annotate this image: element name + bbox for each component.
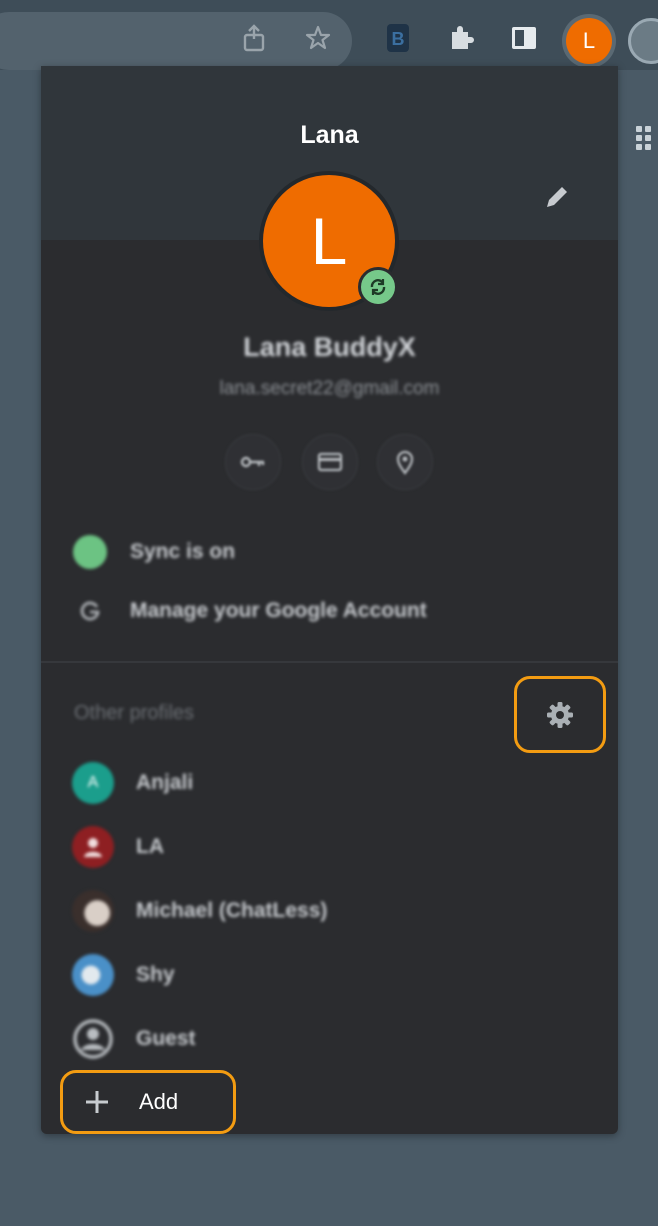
profile-item-michael[interactable]: Michael (ChatLess) [72, 889, 327, 933]
plus-icon [83, 1088, 111, 1116]
manage-profiles-button[interactable] [514, 676, 606, 753]
extension-b-icon[interactable]: B [380, 20, 416, 56]
profile-item-la[interactable]: LA [72, 825, 164, 869]
share-icon[interactable] [236, 20, 272, 56]
profile-name: LA [136, 835, 164, 858]
sync-status-label: Sync is on [130, 540, 236, 563]
profile-name: Anjali [136, 771, 194, 794]
guest-icon [72, 1018, 114, 1060]
profile-name: Michael (ChatLess) [136, 899, 328, 922]
profile-avatar-initial: L [582, 28, 596, 53]
profile-avatar [72, 826, 114, 868]
puzzle-extensions-icon[interactable] [443, 20, 479, 56]
addresses-button[interactable] [377, 434, 433, 490]
profile-header-name: Lana [300, 121, 359, 149]
payment-card-icon [317, 452, 343, 472]
google-g-icon [73, 594, 107, 628]
address-pin-icon [396, 450, 414, 475]
account-email: lana.secret22@gmail.com [219, 378, 440, 399]
profile-item-anjali[interactable]: A Anjali [72, 761, 193, 805]
profile-avatar [72, 954, 114, 996]
edit-profile-button[interactable] [538, 178, 576, 216]
add-profile-button[interactable]: Add [60, 1070, 236, 1134]
payment-methods-button[interactable] [302, 434, 358, 490]
section-divider [41, 661, 618, 663]
other-profiles-heading: Other profiles [74, 702, 195, 724]
side-panel-icon[interactable] [506, 20, 542, 56]
sync-status-icon [73, 535, 107, 569]
profile-name: Guest [136, 1027, 196, 1050]
svg-text:B: B [392, 29, 405, 49]
apps-grid-icon[interactable] [636, 126, 658, 156]
sync-badge-icon [358, 267, 398, 307]
profile-avatar-button[interactable]: L [566, 18, 612, 64]
sync-status-row[interactable]: Sync is on [73, 535, 235, 569]
manage-account-row[interactable]: Manage your Google Account [73, 594, 427, 628]
profile-item-shy[interactable]: Shy [72, 953, 175, 997]
pencil-icon [547, 187, 567, 207]
profile-avatar-large-initial: L [310, 204, 348, 278]
manage-account-label: Manage your Google Account [130, 599, 427, 622]
profile-avatar [72, 890, 114, 932]
bookmark-star-icon[interactable] [300, 20, 336, 56]
other-toolbar-avatar[interactable] [628, 18, 658, 64]
add-profile-label: Add [139, 1089, 179, 1114]
profile-avatar-initial: A [87, 774, 99, 791]
person-icon [84, 838, 102, 857]
profile-avatar: A [72, 762, 114, 804]
profile-item-guest[interactable]: Guest [72, 1017, 196, 1061]
profile-name: Shy [136, 963, 175, 986]
password-key-icon [240, 456, 265, 468]
passwords-button[interactable] [225, 434, 281, 490]
gear-icon [547, 701, 573, 728]
browser-toolbar: B L [0, 0, 658, 70]
profile-menu-popup: Lana L Lana BuddyX lana.secret22@gmail.c… [41, 66, 618, 1134]
account-full-name: Lana BuddyX [243, 332, 416, 362]
